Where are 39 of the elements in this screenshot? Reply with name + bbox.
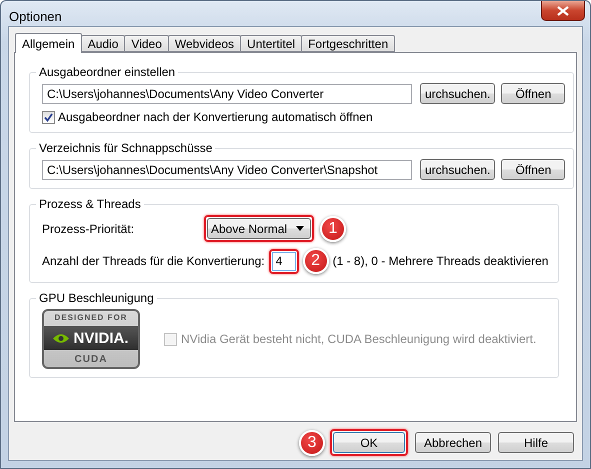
logo-text: NVIDIA. — [73, 330, 128, 346]
field-label: Prozess-Priorität: — [42, 222, 136, 236]
tab[interactable]: Allgemein — [15, 33, 82, 53]
group-title: Prozess & Threads — [38, 197, 142, 211]
field-label: Anzahl der Threads für die Konvertierung: — [42, 254, 265, 268]
group-title: Verzeichnis für Schnappschüsse — [38, 141, 214, 155]
checkbox[interactable] — [42, 110, 55, 124]
dialog-button[interactable]: Hilfe — [498, 432, 574, 453]
dialog-button[interactable]: Abbrechen — [415, 432, 491, 453]
check-icon — [44, 112, 53, 122]
tab[interactable]: Audio — [80, 35, 126, 52]
checkbox-label: Ausgabeordner nach der Konvertierung automatisch öffnen — [58, 110, 373, 124]
group-title: Ausgabeordner einstellen — [38, 65, 176, 79]
checkbox-label: NVidia Gerät besteht nicht, CUDA Beschleunigung wird deaktiviert. — [181, 332, 536, 346]
window-title: Optionen — [9, 9, 62, 24]
priority-dropdown[interactable]: Above Normal — [207, 218, 311, 239]
logo-text: DESIGNED FOR — [54, 313, 128, 322]
tab[interactable]: Fortgeschritten — [301, 35, 396, 52]
tab[interactable]: Video — [124, 35, 169, 52]
dialog-button[interactable]: OK — [333, 432, 405, 453]
open-button[interactable]: Öffnen — [501, 159, 566, 180]
callout-badge: 2 — [302, 248, 329, 274]
eye-icon — [53, 332, 70, 344]
callout-badge: 3 — [299, 430, 325, 456]
tab[interactable]: Webvideos — [168, 35, 242, 52]
close-icon — [557, 6, 569, 16]
logo-text: CUDA — [74, 354, 108, 365]
close-button[interactable] — [541, 1, 585, 21]
callout-badge: 1 — [320, 216, 346, 242]
threads-field[interactable]: 4 — [272, 252, 296, 270]
group-title: GPU Beschleunigung — [38, 291, 155, 305]
browse-button[interactable]: urchsuchen. — [420, 159, 496, 180]
hint-text: (1 - 8), 0 - Mehrere Threads deaktivieren — [332, 254, 548, 268]
path-field[interactable]: C:\Users\johannes\Documents\Any Video Converter — [42, 84, 412, 104]
caret-icon — [296, 226, 304, 231]
path-field[interactable]: C:\Users\johannes\Documents\Any Video Converter\Snapshot — [42, 160, 412, 180]
browse-button[interactable]: urchsuchen. — [420, 83, 496, 104]
open-button[interactable]: Öffnen — [501, 83, 566, 104]
tab[interactable]: Untertitel — [240, 35, 302, 52]
